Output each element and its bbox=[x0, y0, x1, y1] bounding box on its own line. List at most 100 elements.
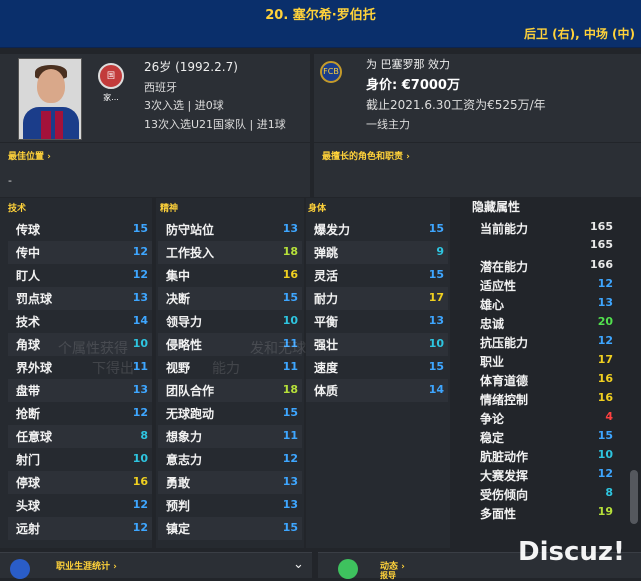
player-info: 国家... 26岁 (1992.2.7) 西班牙 3次入选 | 进0球 13次入… bbox=[0, 54, 641, 142]
potential-ability-label: 潜在能力 bbox=[480, 260, 529, 274]
attribute-value: 10 bbox=[132, 452, 148, 465]
attribute-label: 团队合作 bbox=[166, 384, 215, 398]
club-crest-icon[interactable]: FCB bbox=[320, 61, 342, 83]
attribute-label: 界外球 bbox=[16, 361, 53, 375]
player-age: 26岁 (1992.2.7) bbox=[144, 60, 238, 74]
physical-attribute-row: 弹跳 9 bbox=[306, 241, 448, 264]
attribute-label: 职业 bbox=[480, 355, 505, 369]
current-ability-value: 165 bbox=[590, 220, 613, 233]
attribute-value: 8 bbox=[140, 429, 148, 442]
attribute-value: 10 bbox=[132, 337, 148, 350]
attribute-label: 爆发力 bbox=[314, 223, 351, 237]
hidden-attribute-row: 体育道德 16 bbox=[472, 370, 617, 389]
attribute-label: 传球 bbox=[16, 223, 41, 237]
attribute-label: 盯人 bbox=[16, 269, 41, 283]
attribute-value: 13 bbox=[132, 291, 148, 304]
attribute-value: 13 bbox=[282, 475, 298, 488]
attribute-label: 侵略性 bbox=[166, 338, 203, 352]
ghost-text-1: 个属性获得 bbox=[58, 341, 128, 357]
hidden-attribute-row: 忠诚 20 bbox=[472, 313, 617, 332]
mental-attribute-row: 工作投入 18 bbox=[158, 241, 302, 264]
current-ability-row: 当前能力 165 bbox=[472, 218, 617, 237]
attribute-label: 盘带 bbox=[16, 384, 41, 398]
physical-attribute-row: 速度 15 bbox=[306, 356, 448, 379]
attribute-value: 15 bbox=[428, 360, 444, 373]
best-position-title[interactable]: 最佳位置 › bbox=[8, 149, 51, 162]
attribute-label: 抗压能力 bbox=[480, 336, 529, 350]
attribute-value: 18 bbox=[282, 245, 298, 258]
physical-attribute-row: 爆发力 15 bbox=[306, 218, 448, 241]
technical-title: 技术 bbox=[8, 204, 27, 214]
playing-for[interactable]: 为 巴塞罗那 效力 bbox=[366, 56, 450, 72]
player-header: 20. 塞尔希·罗伯托 后卫 (右), 中场 (中) bbox=[0, 0, 641, 48]
attribute-value: 13 bbox=[282, 498, 298, 511]
best-position-value: - bbox=[8, 174, 12, 187]
attribute-label: 强壮 bbox=[314, 338, 339, 352]
hidden-attribute-row: 职业 17 bbox=[472, 351, 617, 370]
career-stats-title[interactable]: 职业生涯统计 › bbox=[56, 559, 117, 572]
best-position-panel[interactable]: 最佳位置 › - bbox=[0, 143, 310, 197]
technical-attribute-row: 任意球 8 bbox=[8, 425, 152, 448]
attribute-value: 16 bbox=[282, 268, 298, 281]
nation-flag-icon[interactable]: 国家... bbox=[98, 63, 124, 102]
hidden-attribute-row: 肮脏动作 10 bbox=[472, 446, 617, 465]
profile-panel: 国家... 26岁 (1992.2.7) 西班牙 3次入选 | 进0球 13次入… bbox=[0, 54, 310, 142]
hidden-attribute-row: 适应性 12 bbox=[472, 275, 617, 294]
hidden-attribute-row: 多面性 19 bbox=[472, 503, 617, 522]
career-stats-panel[interactable]: 职业生涯统计 › ⌄ bbox=[0, 552, 312, 579]
attribute-label: 任意球 bbox=[16, 430, 53, 444]
attribute-value: 15 bbox=[597, 429, 613, 442]
attribute-value: 8 bbox=[605, 486, 613, 499]
mental-title: 精神 bbox=[160, 204, 179, 214]
player-nationality[interactable]: 西班牙 bbox=[144, 79, 177, 95]
attribute-label: 情绪控制 bbox=[480, 393, 529, 407]
attribute-label: 肮脏动作 bbox=[480, 450, 529, 464]
attribute-value: 20 bbox=[597, 315, 613, 328]
scrollbar-thumb[interactable] bbox=[630, 470, 638, 524]
hidden-attribute-row: 大赛发挥 12 bbox=[472, 465, 617, 484]
technical-attribute-row: 远射 12 bbox=[8, 517, 152, 540]
attribute-label: 体质 bbox=[314, 384, 339, 398]
attribute-value: 16 bbox=[597, 372, 613, 385]
attribute-value: 4 bbox=[605, 410, 613, 423]
attribute-value: 13 bbox=[428, 314, 444, 327]
attribute-value: 14 bbox=[428, 383, 444, 396]
ghost-text-3: 下得出 bbox=[92, 361, 134, 377]
u21-caps: 13次入选U21国家队 | 进1球 bbox=[144, 118, 286, 131]
attribute-value: 15 bbox=[282, 521, 298, 534]
attribute-label: 雄心 bbox=[480, 298, 505, 312]
attribute-value: 12 bbox=[597, 467, 613, 480]
contract-info: 截止2021.6.30工资为€525万/年 bbox=[366, 98, 546, 112]
chevron-down-icon[interactable]: ⌄ bbox=[293, 557, 304, 572]
mental-attribute-row: 集中 16 bbox=[158, 264, 302, 287]
attribute-value: 15 bbox=[282, 406, 298, 419]
player-positions: 后卫 (右), 中场 (中) bbox=[523, 27, 635, 41]
attribute-value: 12 bbox=[132, 406, 148, 419]
best-roles-title[interactable]: 最擅长的角色和职责 › bbox=[322, 149, 410, 162]
attribute-label: 体育道德 bbox=[480, 374, 529, 388]
mental-attribute-row: 预判 13 bbox=[158, 494, 302, 517]
attribute-label: 预判 bbox=[166, 499, 191, 513]
news-icon bbox=[338, 559, 358, 579]
mental-attribute-row: 无球跑动 15 bbox=[158, 402, 302, 425]
attribute-label: 角球 bbox=[16, 338, 41, 352]
hidden-attribute-row: 稳定 15 bbox=[472, 427, 617, 446]
current-ability-label: 当前能力 bbox=[480, 222, 529, 236]
attribute-value: 12 bbox=[132, 268, 148, 281]
hidden-attribute-row: 雄心 13 bbox=[472, 294, 617, 313]
squad-status: 一线主力 bbox=[366, 118, 410, 131]
attribute-label: 多面性 bbox=[480, 507, 517, 521]
mental-attribute-row: 想象力 11 bbox=[158, 425, 302, 448]
mental-attribute-row: 领导力 10 bbox=[158, 310, 302, 333]
physical-title: 身体 bbox=[308, 204, 327, 214]
technical-attribute-row: 罚点球 13 bbox=[8, 287, 152, 310]
attribute-value: 15 bbox=[282, 291, 298, 304]
best-roles-panel[interactable]: 最擅长的角色和职责 › bbox=[314, 143, 641, 197]
attribute-value: 11 bbox=[282, 360, 298, 373]
physical-attribute-row: 灵活 15 bbox=[306, 264, 448, 287]
national-caps: 3次入选 | 进0球 bbox=[144, 99, 224, 112]
player-photo bbox=[18, 58, 82, 140]
attribute-label: 射门 bbox=[16, 453, 41, 467]
attribute-label: 争论 bbox=[480, 412, 505, 426]
mental-attribute-row: 镇定 15 bbox=[158, 517, 302, 540]
